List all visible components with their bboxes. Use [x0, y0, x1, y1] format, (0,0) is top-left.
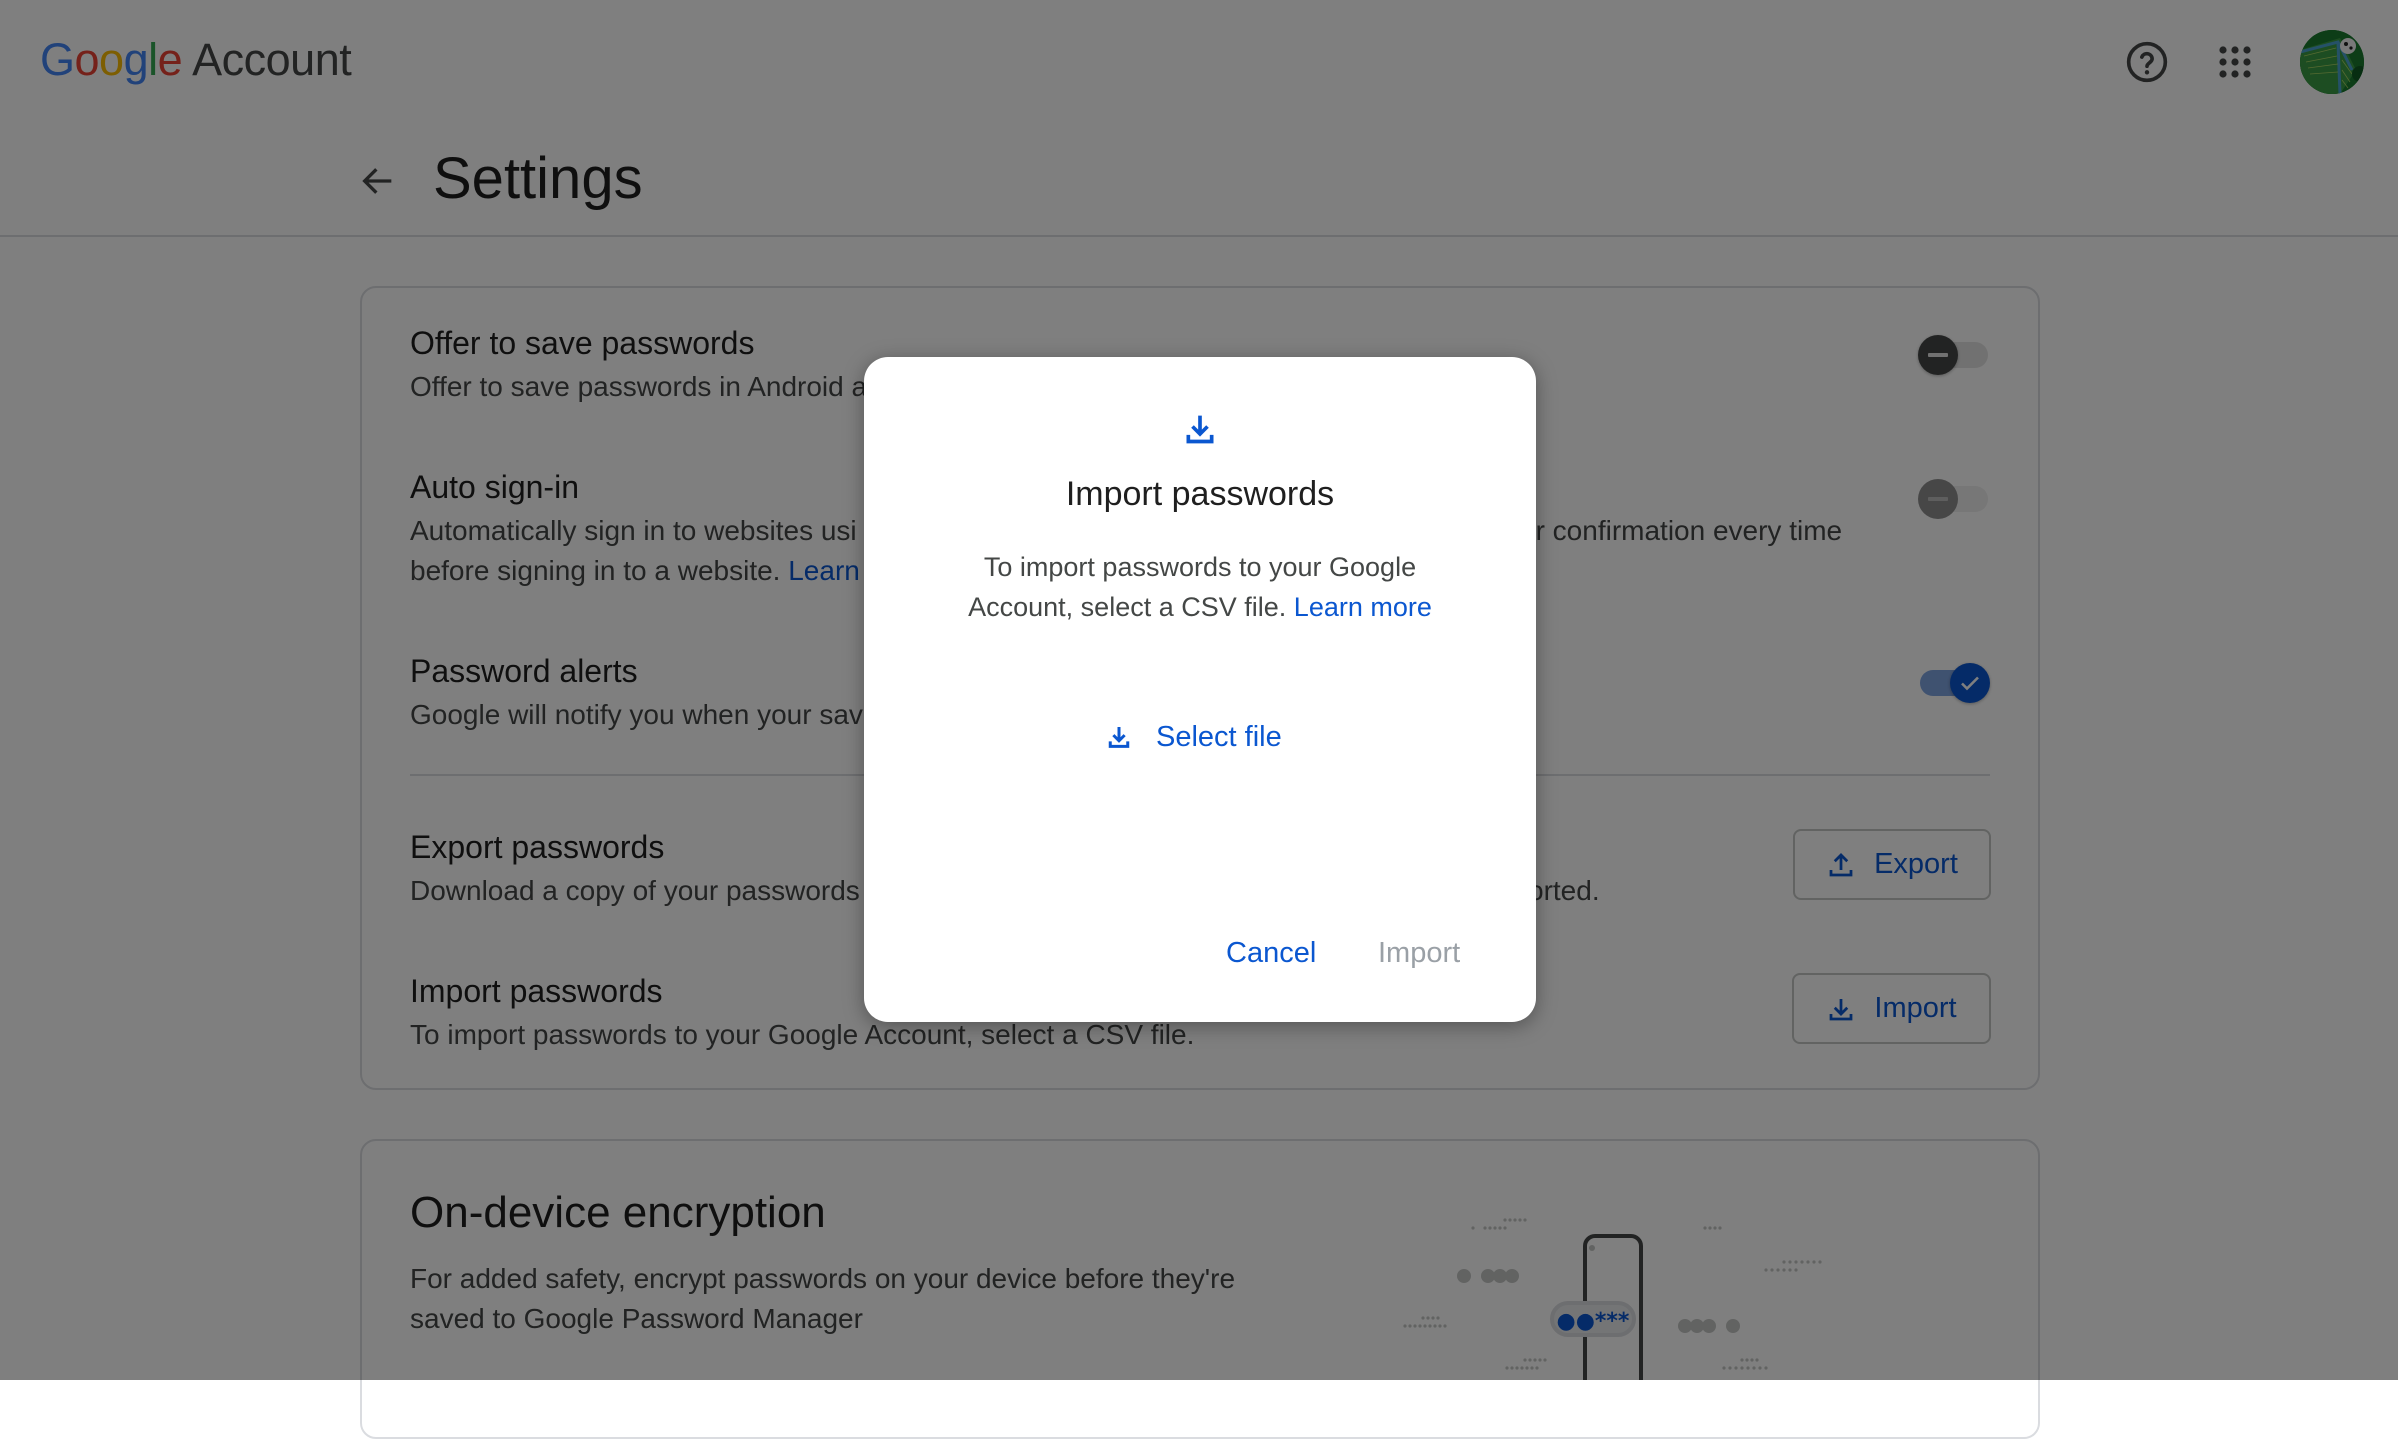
select-file-button[interactable]: Select file [1104, 709, 1282, 765]
select-file-label: Select file [1156, 720, 1282, 753]
import-passwords-dialog: Import passwords To import passwords to … [864, 357, 1536, 1022]
dialog-title: Import passwords [1065, 475, 1335, 513]
dialog-cancel-button[interactable]: Cancel [1226, 937, 1316, 970]
dialog-description: To import passwords to your Google Accou… [924, 547, 1476, 627]
dialog-description-line2-text: Account, select a CSV file. [968, 592, 1287, 622]
download-icon [1186, 415, 1214, 444]
dialog-description-line1: To import passwords to your Google [983, 552, 1417, 582]
download-icon [1108, 727, 1130, 748]
dialog-learn-more-link[interactable]: Learn more [1294, 592, 1432, 622]
dialog-import-button-disabled: Import [1378, 937, 1461, 969]
dialog-description-line2: Account, select a CSV file. Learn more [924, 587, 1476, 627]
